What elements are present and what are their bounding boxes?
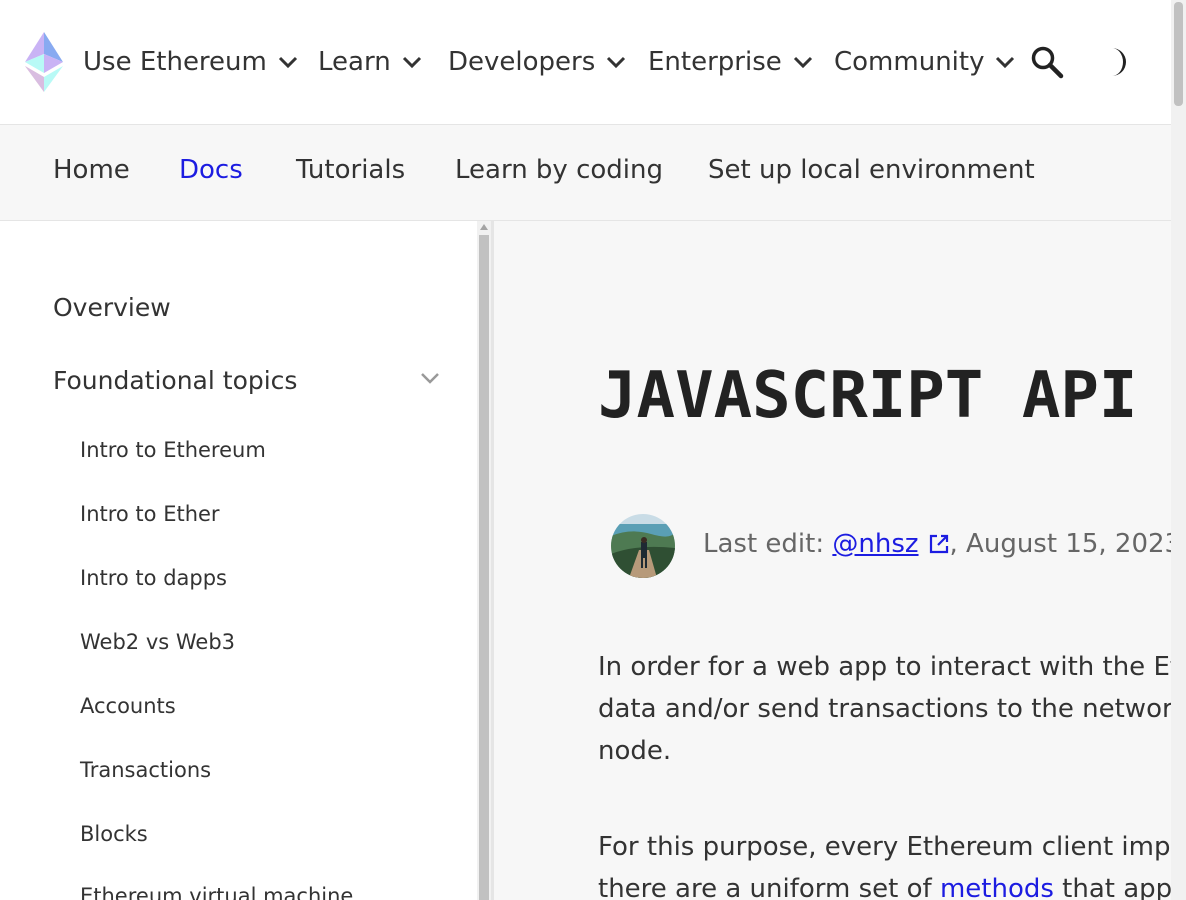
purpose-line-1: For this purpose, every Ethereum client …	[598, 832, 1171, 862]
docs-sidebar: Overview Foundational topics Intro to Et…	[0, 221, 477, 900]
sidebar-item-accounts[interactable]: Accounts	[80, 694, 176, 718]
purpose-line-2-start: there are a uniform set of	[598, 874, 940, 900]
nav-use-ethereum[interactable]: Use Ethereum	[83, 44, 299, 80]
sidebar-item-foundational-topics[interactable]: Foundational topics	[53, 366, 297, 395]
page-title: JAVASCRIPT API	[598, 359, 1138, 433]
intro-paragraph: In order for a web app to interact with …	[598, 646, 1171, 772]
nav-enterprise-label: Enterprise	[648, 47, 782, 77]
chevron-down-icon	[278, 56, 297, 69]
purpose-line-2-end: that applic	[1062, 874, 1171, 900]
page-scrollbar[interactable]	[1171, 0, 1186, 900]
nav-community[interactable]: Community	[834, 44, 1016, 80]
nav-developers[interactable]: Developers	[448, 44, 627, 80]
main-content: JAVASCRIPT API Last edit: @nhsz , August …	[494, 221, 1171, 900]
sidebar-item-intro-ether[interactable]: Intro to Ether	[80, 502, 220, 526]
last-edit-author-link[interactable]: @nhsz	[832, 529, 918, 559]
sidebar-item-blocks[interactable]: Blocks	[80, 822, 148, 846]
nav-use-ethereum-label: Use Ethereum	[83, 47, 267, 77]
methods-link[interactable]: methods	[940, 874, 1054, 900]
avatar	[611, 514, 675, 578]
nav-community-label: Community	[834, 47, 985, 77]
intro-line-1: In order for a web app to interact with …	[598, 652, 1171, 682]
docs-subnav: Home Docs Tutorials Learn by coding Set …	[0, 125, 1171, 221]
chevron-down-icon[interactable]	[419, 371, 441, 385]
purpose-paragraph: For this purpose, every Ethereum client …	[598, 826, 1171, 900]
chevron-down-icon	[607, 56, 626, 69]
top-navigation: Use Ethereum Learn Developers Enterprise…	[0, 0, 1171, 125]
nav-enterprise[interactable]: Enterprise	[648, 44, 814, 80]
subnav-learn-by-coding[interactable]: Learn by coding	[455, 155, 663, 185]
chevron-down-icon	[996, 56, 1015, 69]
intro-line-2: data and/or send transactions to the net…	[598, 694, 1171, 724]
sidebar-item-intro-ethereum[interactable]: Intro to Ethereum	[80, 438, 266, 462]
sidebar-item-web2-vs-web3[interactable]: Web2 vs Web3	[80, 630, 235, 654]
sidebar-scrollbar-thumb[interactable]	[479, 235, 489, 900]
last-edit-prefix: Last edit:	[703, 529, 833, 559]
sidebar-scrollbar[interactable]	[477, 221, 491, 900]
dark-mode-icon[interactable]	[1106, 45, 1138, 79]
external-link-icon[interactable]	[928, 533, 950, 555]
chevron-down-icon	[402, 56, 421, 69]
scroll-up-arrow-icon[interactable]	[480, 224, 488, 230]
search-icon[interactable]	[1030, 45, 1064, 79]
nav-learn-label: Learn	[318, 47, 391, 77]
sidebar-item-transactions[interactable]: Transactions	[80, 758, 211, 782]
last-edit-date: , August 15, 2023	[949, 529, 1171, 559]
ethereum-logo[interactable]	[25, 32, 63, 92]
intro-line-3: node.	[598, 736, 672, 766]
nav-developers-label: Developers	[448, 47, 596, 77]
page-scrollbar-thumb[interactable]	[1174, 2, 1183, 106]
last-edit-info: Last edit: @nhsz , August 15, 2023	[703, 529, 1171, 559]
sidebar-item-intro-dapps[interactable]: Intro to dapps	[80, 566, 227, 590]
sidebar-item-evm[interactable]: Ethereum virtual machine	[80, 884, 353, 900]
subnav-docs[interactable]: Docs	[179, 155, 243, 185]
subnav-home[interactable]: Home	[53, 155, 130, 185]
subnav-tutorials[interactable]: Tutorials	[296, 155, 405, 185]
nav-learn[interactable]: Learn	[318, 44, 423, 80]
sidebar-item-overview[interactable]: Overview	[53, 293, 171, 322]
chevron-down-icon	[793, 56, 812, 69]
subnav-local-environment[interactable]: Set up local environment	[708, 155, 1035, 185]
